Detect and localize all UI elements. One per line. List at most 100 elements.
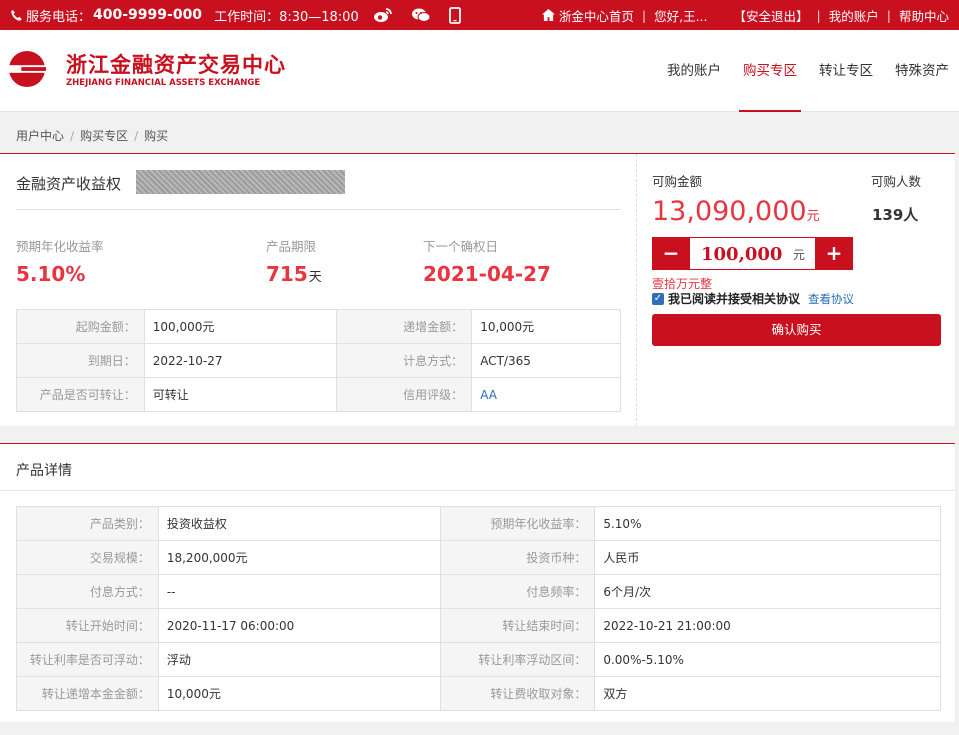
detail-key: 转让利率浮动区间： [439, 642, 596, 677]
amount-unit: 元 [793, 248, 806, 262]
weibo-icon[interactable] [373, 7, 393, 23]
product-details-table: 产品类别： 投资收益权 预期年化收益率： 5.10% 交易规模： 18,200,… [16, 506, 941, 711]
info-value: 10,000元 [471, 309, 621, 344]
table-row: 交易规模： 18,200,000元 投资币种： 人民币 [16, 540, 941, 575]
service-phone-number: 400-9999-000 [93, 7, 203, 23]
divider [16, 209, 621, 210]
help-center-link[interactable]: 帮助中心 [899, 6, 949, 25]
detail-key: 转让利率是否可浮动： [16, 642, 159, 677]
home-icon [541, 9, 555, 21]
logout-link[interactable]: 【安全退出】 [734, 6, 809, 25]
table-row: 转让开始时间： 2020-11-17 06:00:00 转让结束时间： 2022… [16, 608, 941, 643]
expected-yield-label: 预期年化收益率 [16, 239, 104, 254]
breadcrumb-item: 购买 [144, 129, 169, 143]
detail-value: 5.10% [594, 506, 941, 541]
term-label: 产品期限 [266, 239, 317, 254]
divider [0, 490, 955, 491]
detail-value: 0.00%-5.10% [594, 642, 941, 677]
table-row: 付息方式： -- 付息频率： 6个月/次 [16, 574, 941, 609]
nav-purchase-zone[interactable]: 购买专区 [739, 30, 801, 112]
detail-value: 投资收益权 [157, 506, 441, 541]
info-value: 可转让 [143, 377, 338, 412]
nav-transfer-zone[interactable]: 转让专区 [819, 30, 873, 112]
next-confirm-date-value: 2021-04-27 [423, 262, 551, 286]
agreement-text[interactable]: 我已阅读并接受相关协议 [668, 290, 800, 307]
decrease-amount-button[interactable]: − [652, 237, 690, 270]
details-title: 产品详情 [16, 463, 72, 479]
detail-key: 付息方式： [16, 574, 159, 609]
breadcrumb: 用户中心 / 购买专区 / 购买 [16, 127, 168, 144]
info-key: 产品是否可转让： [16, 377, 145, 412]
exchange-logo-icon[interactable] [8, 50, 46, 88]
working-hours: 工作时间：8:30—18:00 [214, 9, 359, 25]
amount-stepper: − 100,000 元 + [652, 237, 853, 270]
top-bar: 服务电话： 400-9999-000 工作时间：8:30—18:00 浙金中心首… [0, 0, 959, 30]
confirm-purchase-button[interactable]: 确认购买 [652, 314, 941, 346]
detail-value: 2020-11-17 06:00:00 [157, 608, 441, 643]
divider: | [886, 7, 891, 23]
detail-value: 6个月/次 [594, 574, 941, 609]
mobile-app-icon[interactable] [448, 6, 461, 24]
detail-key: 转让结束时间： [439, 608, 596, 643]
breadcrumb-separator: / [134, 129, 139, 143]
table-row: 产品类别： 投资收益权 预期年化收益率： 5.10% [16, 506, 941, 541]
info-value: ACT/365 [471, 343, 621, 378]
table-row: 转让利率是否可浮动： 浮动 转让利率浮动区间： 0.00%-5.10% [16, 642, 941, 677]
user-greeting[interactable]: 您好,王... [654, 6, 707, 25]
product-info-table: 起购金额： 100,000元 递增金额： 10,000元 到期日： 2022-1… [16, 309, 621, 412]
detail-value: 10,000元 [157, 676, 441, 711]
info-key: 到期日： [16, 343, 145, 378]
nav-special-assets[interactable]: 特殊资产 [895, 30, 949, 112]
site-header: 浙江金融资产交易中心 ZHEJIANG FINANCIAL ASSETS EXC… [0, 30, 959, 112]
home-link[interactable]: 浙金中心首页 [559, 6, 634, 25]
info-key: 起购金额： [16, 309, 145, 344]
phone-icon [10, 9, 23, 22]
logo-chinese-name[interactable]: 浙江金融资产交易中心 [66, 49, 286, 79]
divider [636, 154, 637, 426]
purchasable-amount-value: 13,090,000元 [652, 196, 820, 227]
detail-value: -- [157, 574, 441, 609]
detail-key: 投资币种： [439, 540, 596, 575]
detail-value: 双方 [594, 676, 941, 711]
increase-amount-button[interactable]: + [815, 237, 853, 270]
product-panel: 金融资产收益权 预期年化收益率 5.10% 产品期限 715天 下一个确权日 2… [0, 153, 955, 426]
detail-key: 预期年化收益率： [439, 506, 596, 541]
amount-input[interactable]: 100,000 [701, 244, 782, 265]
detail-value: 浮动 [157, 642, 441, 677]
purchasable-buyers-value: 139人 [872, 206, 919, 224]
expected-yield-value: 5.10% [16, 262, 86, 286]
detail-key: 转让递增本金金额： [16, 676, 159, 711]
table-row: 起购金额： 100,000元 递增金额： 10,000元 [16, 309, 621, 344]
credit-rating-link[interactable]: AA [471, 377, 621, 412]
detail-key: 付息频率： [439, 574, 596, 609]
wechat-icon[interactable] [411, 7, 431, 23]
detail-value: 2022-10-21 21:00:00 [594, 608, 941, 643]
info-value: 2022-10-27 [143, 343, 338, 378]
breadcrumb-separator: / [70, 129, 75, 143]
redacted-product-code [136, 170, 345, 194]
detail-key: 转让开始时间： [16, 608, 159, 643]
table-row: 转让递增本金金额： 10,000元 转让费收取对象： 双方 [16, 676, 941, 711]
detail-value: 人民币 [594, 540, 941, 575]
table-row: 产品是否可转让： 可转让 信用评级： AA [16, 377, 621, 412]
breadcrumb-item[interactable]: 购买专区 [80, 129, 128, 143]
divider: | [641, 7, 647, 23]
agreement-row: ✓ 我已阅读并接受相关协议 查看协议 [652, 290, 854, 307]
service-phone-label: 服务电话： [26, 9, 92, 25]
table-row: 到期日： 2022-10-27 计息方式： ACT/365 [16, 343, 621, 378]
detail-key: 转让费收取对象： [439, 676, 596, 711]
next-confirm-date-label: 下一个确权日 [423, 239, 499, 254]
info-key: 信用评级： [336, 377, 473, 412]
breadcrumb-item[interactable]: 用户中心 [16, 129, 64, 143]
purchasable-amount-label: 可购金额 [652, 174, 703, 189]
info-key: 递增金额： [336, 309, 473, 344]
info-value: 100,000元 [143, 309, 338, 344]
nav-my-account[interactable]: 我的账户 [667, 30, 721, 112]
product-details-panel: 产品详情 产品类别： 投资收益权 预期年化收益率： 5.10% 交易规模： 18… [0, 443, 955, 722]
logo-english-name[interactable]: ZHEJIANG FINANCIAL ASSETS EXCHANGE [66, 78, 260, 88]
divider: | [816, 7, 821, 23]
view-agreement-link[interactable]: 查看协议 [808, 291, 854, 307]
my-account-link[interactable]: 我的账户 [829, 6, 879, 25]
purchasable-buyers-label: 可购人数 [871, 174, 922, 189]
agreement-checkbox[interactable]: ✓ [652, 292, 664, 305]
